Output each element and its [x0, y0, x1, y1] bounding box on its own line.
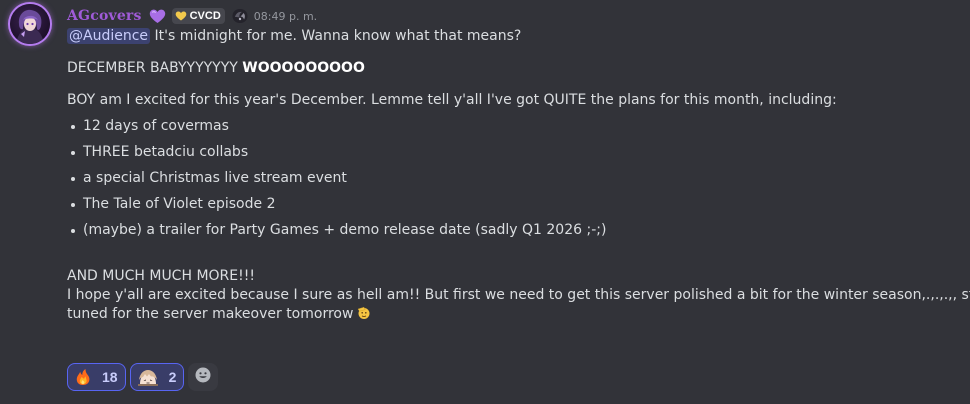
reaction-count: 2 [168, 369, 177, 385]
intro-text: It's midnight for me. Wanna know what th… [154, 28, 522, 44]
list-item: a special Christmas live stream event [67, 170, 957, 186]
message-line-hype: DECEMBER BABYYYYYYY WOOOOOOOOO [67, 60, 957, 76]
reaction-fire[interactable]: 18 [67, 363, 126, 391]
message-line-intro: @Audience It's midnight for me. Wanna kn… [67, 28, 957, 44]
reaction-count: 18 [102, 369, 118, 385]
reactions-bar: 18 2 [67, 363, 219, 391]
closing-text: tuned for the server makeover tomorrow [67, 306, 354, 322]
author-avatar[interactable] [10, 4, 50, 44]
audience-mention[interactable]: @Audience [67, 28, 151, 44]
list-item: 12 days of covermas [67, 118, 957, 134]
reaction-custom-character[interactable]: 2 [129, 363, 185, 391]
dark-emblem-icon[interactable] [231, 8, 249, 24]
plans-list: 12 days of covermas THREE betadciu colla… [67, 118, 957, 238]
message-header: AGcovers CVCD 08:49 p. m. [67, 6, 317, 26]
message-content: @Audience It's midnight for me. Wanna kn… [67, 28, 970, 322]
custom-character-emoji-icon [137, 368, 159, 386]
saluting-face-icon[interactable] [357, 306, 371, 320]
chat-message: AGcovers CVCD 08:49 p. m. @Audience It's… [0, 0, 970, 404]
message-timestamp[interactable]: 08:49 p. m. [254, 10, 317, 23]
add-reaction-smile-icon [194, 366, 212, 388]
hype-bold-text: WOOOOOOOOO [242, 60, 365, 76]
list-item: THREE betadciu collabs [67, 144, 957, 160]
author-name[interactable]: AGcovers [67, 8, 142, 24]
list-item: The Tale of Violet episode 2 [67, 196, 957, 212]
server-tag[interactable]: CVCD [171, 8, 225, 24]
fire-icon [74, 368, 92, 386]
add-reaction-button[interactable] [188, 363, 219, 391]
plans-intro-text: BOY am I excited for this year's Decembe… [67, 92, 837, 108]
gold-heart-icon [175, 11, 187, 21]
closing-text-line-1: I hope y'all are excited because I sure … [67, 287, 970, 303]
closing-text-line-2: tuned for the server makeover tomorrow [67, 306, 957, 322]
purple-heart-icon [149, 9, 166, 24]
more-text: AND MUCH MUCH MORE!!! [67, 268, 255, 284]
list-item: (maybe) a trailer for Party Games + demo… [67, 222, 957, 238]
hype-plain-text: DECEMBER BABYYYYYYY [67, 60, 243, 76]
server-tag-label: CVCD [189, 10, 221, 22]
